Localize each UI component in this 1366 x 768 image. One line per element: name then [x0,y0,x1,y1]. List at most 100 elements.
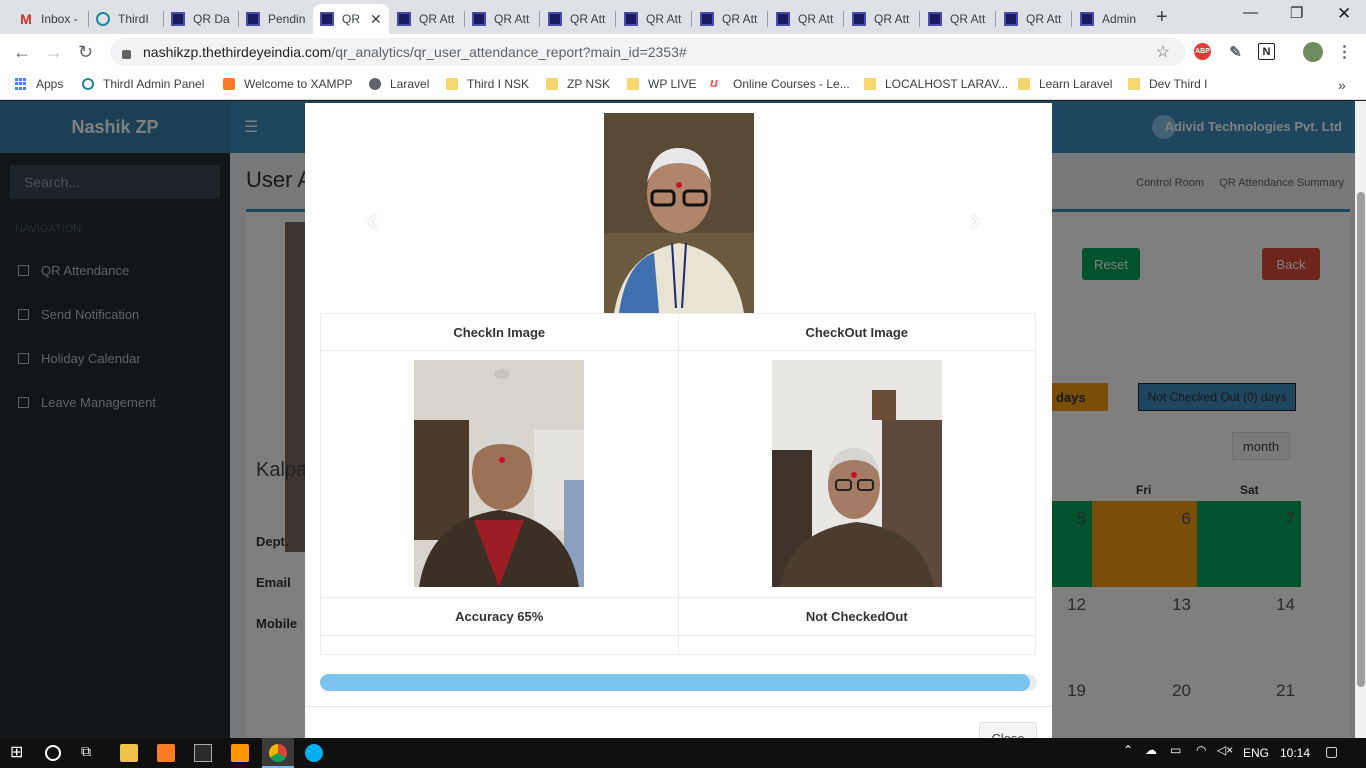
thirdi-icon [95,11,111,27]
close-window-icon[interactable]: ✕ [1337,4,1351,24]
carousel-next-icon[interactable]: › [970,201,981,238]
wifi-icon[interactable]: ◠ [1196,743,1206,757]
folder-icon [864,78,876,90]
progress-bar [320,674,1037,691]
search-icon[interactable] [45,745,61,761]
qr-icon [319,11,335,27]
tab-qr-att[interactable]: QR Att [541,4,615,34]
bookmark-dev-thirdi[interactable]: Dev Third I [1128,77,1207,91]
tab-active-qr[interactable]: QR ✕ [313,4,389,34]
adblock-icon[interactable]: ABP [1194,43,1211,60]
qr-icon [851,11,867,27]
bookmarks-overflow-icon[interactable]: » [1338,77,1346,93]
tab-pending[interactable]: Pendin [239,4,313,34]
scrollbar-thumb[interactable] [1357,192,1365,687]
tab-qr-att[interactable]: QR Att [997,4,1071,34]
tab-admin[interactable]: Admin [1073,4,1145,34]
tab-strip: M Inbox - ThirdI QR Da Pendin QR ✕ QR Att … [0,0,1366,34]
tab-qr-att[interactable]: QR Att [921,4,995,34]
minimize-icon[interactable]: — [1243,4,1258,21]
bookmark-wp-live[interactable]: WP LIVE [627,77,696,91]
checkout-photo [771,360,942,588]
windows-taskbar: ⊞ ⧉ ⌃ ☁ ▭ ◠ ◁× ENG 10:14 ▢ [0,738,1366,768]
folder-icon [546,78,558,90]
folder-icon [1128,78,1140,90]
qr-icon [623,11,639,27]
tab-qr-att[interactable]: QR Att [617,4,691,34]
menu-kebab-icon[interactable]: ⋮ [1336,43,1353,61]
chrome-icon [269,744,287,762]
qr-icon [170,11,186,27]
bookmark-thirdi-nsk[interactable]: Third I NSK [446,77,529,91]
qr-icon [245,11,261,27]
udemy-icon: u [710,75,718,90]
qr-icon [547,11,563,27]
language-indicator[interactable]: ENG [1243,746,1269,760]
bookmark-xampp[interactable]: Welcome to XAMPP [223,77,352,91]
tab-qr-att[interactable]: QR Att [390,4,464,34]
qr-icon [1079,11,1095,27]
bookmark-learn-laravel[interactable]: Learn Laravel [1018,77,1112,91]
bookmark-star-icon[interactable]: ☆ [1156,42,1170,62]
bookmark-localhost-laravel[interactable]: LOCALHOST LARAV... [864,77,1008,91]
volume-muted-icon[interactable]: ◁× [1217,743,1233,757]
attendance-image-modal: ‹ › CheckIn Image CheckOut Image Accurac… [305,103,1052,752]
n-extension-icon[interactable]: N [1258,43,1275,60]
empty-cell [677,634,1036,656]
bookmark-thirdi-admin[interactable]: ThirdI Admin Panel [82,77,204,91]
terminal-icon[interactable] [194,744,212,762]
folder-icon [1018,78,1030,90]
folder-icon [627,78,639,90]
windows-start-icon[interactable]: ⊞ [10,742,23,762]
onedrive-icon[interactable]: ☁ [1145,743,1157,757]
progress-fill [320,674,1030,691]
checkout-header: CheckOut Image [677,312,1036,352]
skype-icon[interactable] [305,744,323,762]
xampp-icon [223,78,235,90]
modal-footer-divider [305,706,1052,707]
address-bar[interactable]: nashikzp.thethirdeyeindia.com/qr_analyti… [110,38,1186,66]
qr-icon [775,11,791,27]
bookmark-laravel[interactable]: Laravel [369,77,429,91]
thirdi-icon [82,78,94,90]
forward-arrow-icon[interactable]: → [45,42,63,63]
tab-qr-att[interactable]: QR Att [693,4,767,34]
carousel-prev-icon[interactable]: ‹ [367,201,378,238]
back-arrow-icon[interactable]: ← [13,42,31,63]
show-hidden-icons-icon[interactable]: ⌃ [1123,743,1133,757]
sublime-text-icon[interactable] [231,744,249,762]
qr-icon [396,11,412,27]
tab-qr-att[interactable]: QR Att [465,4,539,34]
battery-icon[interactable]: ▭ [1170,743,1181,757]
new-tab-icon[interactable]: + [1156,6,1168,29]
bookmark-online-courses[interactable]: u Online Courses - Le... [710,75,850,91]
tab-qr-att[interactable]: QR Att [769,4,843,34]
empty-cell [320,634,679,656]
notifications-icon[interactable]: ▢ [1325,743,1338,760]
reload-icon[interactable]: ↻ [78,42,93,63]
checkout-cell [677,350,1036,598]
close-tab-icon[interactable]: ✕ [370,11,382,28]
task-view-icon[interactable]: ⧉ [81,743,91,760]
profile-avatar[interactable] [1303,42,1323,62]
xampp-taskbar-icon[interactable] [157,744,175,762]
accuracy-label: Accuracy 65% [320,596,679,636]
tab-inbox[interactable]: M Inbox - [12,4,88,34]
tab-qr-att[interactable]: QR Att [845,4,919,34]
chrome-taskbar-item[interactable] [262,738,294,768]
tab-thirdi[interactable]: ThirdI [89,4,163,34]
globe-icon [369,78,381,90]
bookmark-apps[interactable]: Apps [15,77,63,91]
clock[interactable]: 10:14 [1280,746,1310,760]
bookmark-zp-nsk[interactable]: ZP NSK [546,77,610,91]
gmail-icon: M [20,11,32,27]
checkin-cell [320,350,679,598]
tab-qr-dashboard[interactable]: QR Da [164,4,238,34]
file-explorer-icon[interactable] [120,744,138,762]
qr-icon [699,11,715,27]
checkin-photo [414,360,585,588]
eyedropper-icon[interactable]: ✎ [1227,43,1244,61]
restore-icon[interactable]: ❐ [1290,4,1303,22]
browser-toolbar: ← → ↻ nashikzp.thethirdeyeindia.com/qr_a… [0,34,1366,70]
qr-icon [1003,11,1019,27]
